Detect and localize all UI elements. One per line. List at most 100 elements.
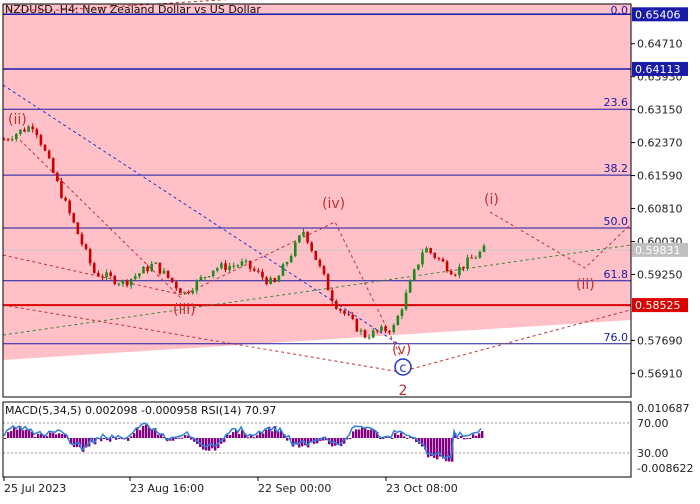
macd-bar — [463, 438, 466, 440]
candle-body — [31, 126, 35, 130]
candle-body — [191, 290, 195, 294]
macd-bar — [349, 438, 352, 440]
candle-body — [441, 258, 445, 262]
resistance-zone — [3, 4, 631, 360]
candle-body — [101, 276, 104, 278]
macd-bar — [118, 438, 121, 439]
macd-bar — [205, 438, 208, 451]
candle-body — [166, 270, 170, 278]
macd-bar — [127, 438, 130, 441]
macd-bar — [145, 424, 148, 438]
macd-bar — [13, 427, 16, 438]
candle-body — [425, 248, 428, 253]
candle-body — [125, 280, 129, 286]
candle-body — [60, 181, 63, 198]
macd-bar — [460, 435, 463, 438]
candle-body — [326, 274, 330, 291]
macd-bar — [22, 430, 25, 438]
candle-body — [355, 318, 359, 332]
indicator-scale-label: 30.00 — [637, 447, 669, 460]
macd-bar — [478, 433, 481, 438]
macd-bar — [46, 436, 49, 438]
candle-body — [88, 249, 92, 264]
macd-bar — [28, 430, 31, 438]
candle-body — [298, 235, 301, 243]
price-tick-label: 0.60810 — [637, 203, 683, 216]
macd-bar — [271, 431, 274, 438]
candle-body — [289, 256, 293, 263]
fib-label: 50.0 — [604, 215, 629, 228]
candle-body — [412, 269, 416, 281]
macd-bar — [151, 429, 154, 438]
candle-body — [384, 326, 387, 332]
candle-body — [376, 330, 379, 332]
candle-body — [15, 133, 18, 140]
candle-body — [310, 242, 313, 251]
macd-bar — [55, 434, 58, 438]
fib-label: 38.2 — [604, 162, 629, 175]
candle-body — [68, 200, 71, 214]
macd-bar — [178, 437, 181, 439]
macd-bar — [130, 436, 133, 438]
macd-bar — [352, 431, 355, 438]
macd-bar — [481, 431, 484, 438]
candle-body — [43, 144, 47, 151]
candle-body — [478, 251, 482, 258]
candle-body — [273, 278, 277, 282]
candle-body — [64, 197, 67, 201]
wave-label: (ii) — [576, 277, 595, 293]
candle-body — [224, 263, 227, 271]
candle-body — [232, 265, 236, 267]
macd-bar — [175, 438, 178, 439]
candle-body — [306, 231, 309, 243]
macd-bar — [133, 433, 136, 438]
candle-body — [371, 330, 375, 338]
candle-body — [347, 313, 350, 315]
candle-body — [92, 263, 96, 273]
candle-body — [105, 272, 108, 278]
macd-bar — [232, 432, 235, 438]
candle-body — [285, 262, 289, 265]
candle-body — [211, 270, 215, 277]
macd-bar — [214, 438, 217, 451]
macd-bar — [247, 437, 250, 439]
candle-body — [236, 265, 240, 267]
price-level-label: 0.65406 — [635, 8, 681, 21]
candle-body — [203, 277, 207, 279]
macd-bar — [43, 435, 46, 438]
chart-window[interactable]: (ii) (iii) (iv) (v) (i) (ii) c 2 0.0 23.6 38.2 50.… — [0, 0, 700, 500]
candle-body — [142, 266, 145, 274]
price-tick-label: 0.57690 — [637, 334, 683, 347]
candle-body — [470, 257, 473, 259]
macd-bar — [406, 438, 409, 439]
macd-bar — [265, 429, 268, 438]
time-label: 23 Aug 16:00 — [130, 482, 204, 495]
candle-body — [162, 270, 166, 274]
candle-body — [146, 266, 149, 272]
macd-bar — [358, 429, 361, 438]
candle-body — [314, 250, 318, 260]
macd-bar — [421, 438, 424, 447]
candle-body — [359, 330, 363, 332]
candle-body — [248, 260, 252, 269]
price-chart[interactable]: (ii)(iii)(iv)(v)(i)(ii)c2 0.023.638.250.… — [0, 0, 700, 500]
candle-body — [51, 158, 55, 173]
wave-label: (i) — [484, 192, 499, 208]
fib-label: 0.0 — [611, 4, 629, 17]
candle-body — [482, 245, 486, 252]
candle-body — [228, 265, 231, 271]
price-level-label: 0.58525 — [635, 299, 681, 312]
candle-body — [453, 274, 457, 276]
symbol-title: NZDUSD, H4: New Zealand Dollar vs US Dol… — [5, 3, 261, 16]
macd-bar — [397, 434, 400, 438]
indicator-title: MACD(5,34,5) 0.002098 -0.000958 RSI(14) … — [5, 404, 277, 417]
wave-label: (iv) — [322, 196, 345, 212]
candle-body — [109, 272, 112, 276]
macd-bar — [466, 438, 469, 439]
macd-bar — [181, 437, 184, 439]
candle-body — [175, 281, 178, 289]
candle-body — [10, 139, 14, 141]
candle-body — [417, 264, 420, 270]
candle-body — [84, 244, 88, 250]
macd-bar — [436, 438, 439, 460]
